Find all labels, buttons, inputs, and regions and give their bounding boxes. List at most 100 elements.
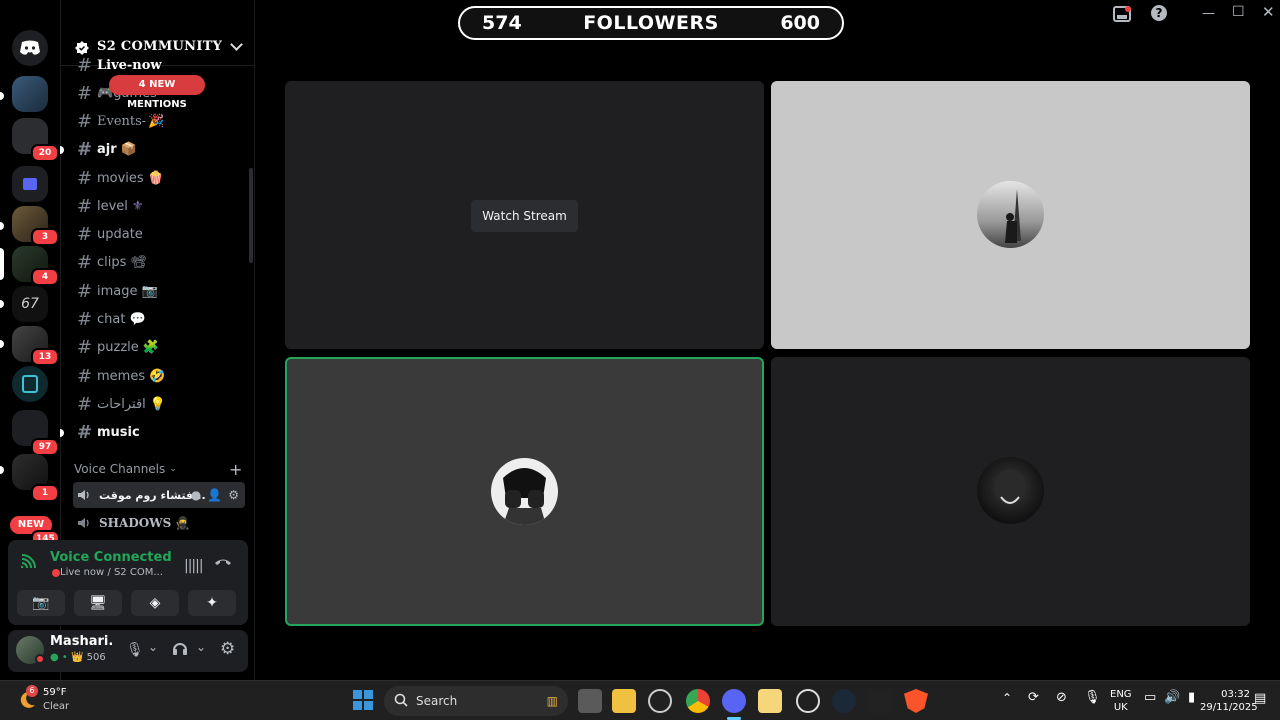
server-icon[interactable] bbox=[12, 76, 48, 112]
app-icon[interactable] bbox=[796, 689, 820, 713]
channel-emoji: 📷 bbox=[141, 283, 158, 299]
new-mentions-badge[interactable]: 4 NEW MENTIONS bbox=[109, 75, 205, 110]
disconnect-icon[interactable] bbox=[214, 554, 232, 573]
voice-channel-name: SHADOWS bbox=[99, 516, 172, 530]
hash-icon: # bbox=[77, 251, 93, 273]
stream-tile[interactable]: Watch Stream bbox=[285, 81, 764, 349]
add-channel-icon[interactable]: + bbox=[229, 460, 242, 479]
channel-emoji: 🎉 bbox=[148, 113, 165, 129]
chevron-up-icon[interactable]: ⌃ bbox=[1002, 691, 1012, 705]
discord-taskbar-icon[interactable] bbox=[722, 689, 746, 713]
weather-desc[interactable]: Clear bbox=[43, 701, 69, 712]
network-off-icon[interactable]: ⊘ bbox=[1056, 690, 1067, 705]
app-icon[interactable] bbox=[648, 689, 672, 713]
voice-channel-name: فتشاء روم موقت... bbox=[99, 488, 206, 502]
hash-icon: # bbox=[77, 223, 93, 245]
voice-channel-actions: ● 👤 ⚙ bbox=[191, 488, 239, 502]
microphone-icon[interactable]: 🎙 bbox=[1084, 690, 1101, 705]
steam-icon[interactable] bbox=[832, 689, 856, 713]
followers-goal-overlay: 574 FOLLOWERS 600 bbox=[458, 6, 844, 40]
channel-item[interactable]: # movies 🍿 bbox=[77, 166, 164, 190]
channel-emoji: 🍿 bbox=[147, 170, 164, 186]
invite-icon[interactable]: 👤 bbox=[207, 488, 222, 502]
folder-icon[interactable] bbox=[12, 166, 48, 202]
chrome-icon[interactable] bbox=[686, 689, 710, 713]
gear-icon[interactable]: ⚙ bbox=[228, 488, 239, 502]
channel-emoji: 🤣 bbox=[149, 368, 166, 384]
server-icon[interactable] bbox=[12, 366, 48, 402]
voice-channel-item[interactable]: فتشاء روم موقت... ● 👤 ⚙ bbox=[73, 482, 245, 508]
soundboard-button[interactable]: ✦ bbox=[188, 590, 236, 616]
headphones-icon[interactable] bbox=[172, 640, 188, 660]
channel-item[interactable]: # ajr 📦 bbox=[77, 137, 137, 161]
watch-stream-button[interactable]: Watch Stream bbox=[471, 200, 578, 232]
activities-button[interactable]: ◈ bbox=[131, 590, 179, 616]
display-icon[interactable]: ▭ bbox=[1144, 690, 1156, 705]
participant-tile[interactable] bbox=[771, 81, 1250, 349]
app-icon[interactable] bbox=[868, 689, 892, 713]
clock[interactable]: 03:32 29/11/2025 bbox=[1200, 688, 1258, 714]
notification-icon[interactable]: ▤ bbox=[1254, 691, 1266, 706]
channel-item[interactable]: # level ⚜ bbox=[77, 194, 144, 218]
battery-icon[interactable]: ▮ bbox=[1188, 690, 1195, 705]
app-icon[interactable] bbox=[758, 689, 782, 713]
task-view-icon[interactable] bbox=[578, 689, 602, 713]
server-icon[interactable]: 67 bbox=[12, 286, 48, 322]
channel-item[interactable]: # puzzle 🧩 bbox=[77, 335, 159, 359]
inbox-icon[interactable] bbox=[1113, 5, 1131, 27]
channel-item[interactable]: # clips 📽 bbox=[77, 250, 147, 274]
chevron-down-icon[interactable] bbox=[230, 38, 243, 51]
channel-item[interactable]: # music bbox=[77, 420, 140, 444]
rail-badge: 4 bbox=[31, 268, 59, 286]
volume-icon[interactable]: 🔊 bbox=[1164, 690, 1180, 705]
category-label: Voice Channels bbox=[74, 462, 166, 476]
channel-item[interactable]: # Live-now bbox=[77, 58, 162, 72]
sync-icon[interactable]: ⟳ bbox=[1028, 690, 1039, 705]
activities-icon: ◈ bbox=[149, 595, 161, 611]
help-icon[interactable]: ? bbox=[1151, 5, 1167, 21]
speaker-icon bbox=[77, 489, 91, 501]
camera-off-button[interactable]: 📷 bbox=[17, 590, 65, 616]
voice-status-title[interactable]: Voice Connected bbox=[50, 550, 172, 565]
channel-item[interactable]: # update bbox=[77, 222, 143, 246]
close-icon[interactable]: ✕ bbox=[1262, 3, 1275, 21]
hash-icon: # bbox=[77, 58, 93, 72]
screen-share-button[interactable]: 🖥 bbox=[74, 590, 122, 616]
noise-suppression-icon[interactable]: ||||| bbox=[184, 558, 204, 574]
unread-indicator bbox=[0, 92, 4, 100]
hash-icon: # bbox=[77, 167, 93, 189]
brave-icon[interactable] bbox=[904, 689, 928, 713]
channel-item[interactable]: # chat 💬 bbox=[77, 307, 146, 331]
hash-icon: # bbox=[77, 336, 93, 358]
chevron-down-icon[interactable]: ⌄ bbox=[196, 640, 206, 654]
file-explorer-icon[interactable] bbox=[612, 689, 636, 713]
channel-item[interactable]: # Events- 🎉 bbox=[77, 109, 164, 133]
chat-bubble-icon[interactable]: ● bbox=[191, 488, 201, 502]
voice-channel-item[interactable]: SHADOWS 🥷 bbox=[73, 510, 245, 536]
microphone-icon[interactable]: 🎙 bbox=[126, 642, 144, 658]
sidebar-scrollbar[interactable] bbox=[249, 168, 253, 263]
voice-category-header[interactable]: Voice Channels ⌄ bbox=[74, 462, 177, 476]
rail-badge: 3 bbox=[31, 228, 59, 246]
username[interactable]: Mashari. bbox=[50, 634, 113, 649]
windows-start-icon[interactable] bbox=[352, 689, 374, 715]
channel-item[interactable]: # اقتراحات 💡 bbox=[77, 392, 166, 416]
gear-icon[interactable]: ⚙ bbox=[220, 639, 235, 659]
maximize-icon[interactable]: ☐ bbox=[1232, 4, 1245, 20]
participant-tile[interactable] bbox=[771, 357, 1250, 626]
voice-status-subtitle[interactable]: Live now / S2 COM... bbox=[60, 567, 163, 578]
discord-home-icon[interactable] bbox=[12, 30, 48, 66]
weather-badge: 6 bbox=[26, 685, 38, 697]
language-indicator[interactable]: ENG UK bbox=[1110, 688, 1132, 714]
weather-temp[interactable]: 59°F bbox=[43, 687, 66, 698]
windows-taskbar: 6 59°F Clear Search ▥ ⌃ ⟳ ⊘ 🎙 ENG UK ▭ 🔊… bbox=[0, 680, 1280, 720]
channel-item[interactable]: # image 📷 bbox=[77, 279, 158, 303]
search-highlight-icon: ▥ bbox=[546, 694, 558, 708]
channel-item[interactable]: # memes 🤣 bbox=[77, 364, 165, 388]
channel-emoji: 🧩 bbox=[142, 339, 159, 355]
chevron-down-icon[interactable]: ⌄ bbox=[148, 640, 158, 654]
participant-tile-speaking[interactable] bbox=[285, 357, 764, 626]
minimize-icon[interactable]: — bbox=[1202, 6, 1215, 21]
taskbar-search[interactable]: Search ▥ bbox=[384, 686, 568, 716]
search-icon bbox=[394, 693, 408, 710]
